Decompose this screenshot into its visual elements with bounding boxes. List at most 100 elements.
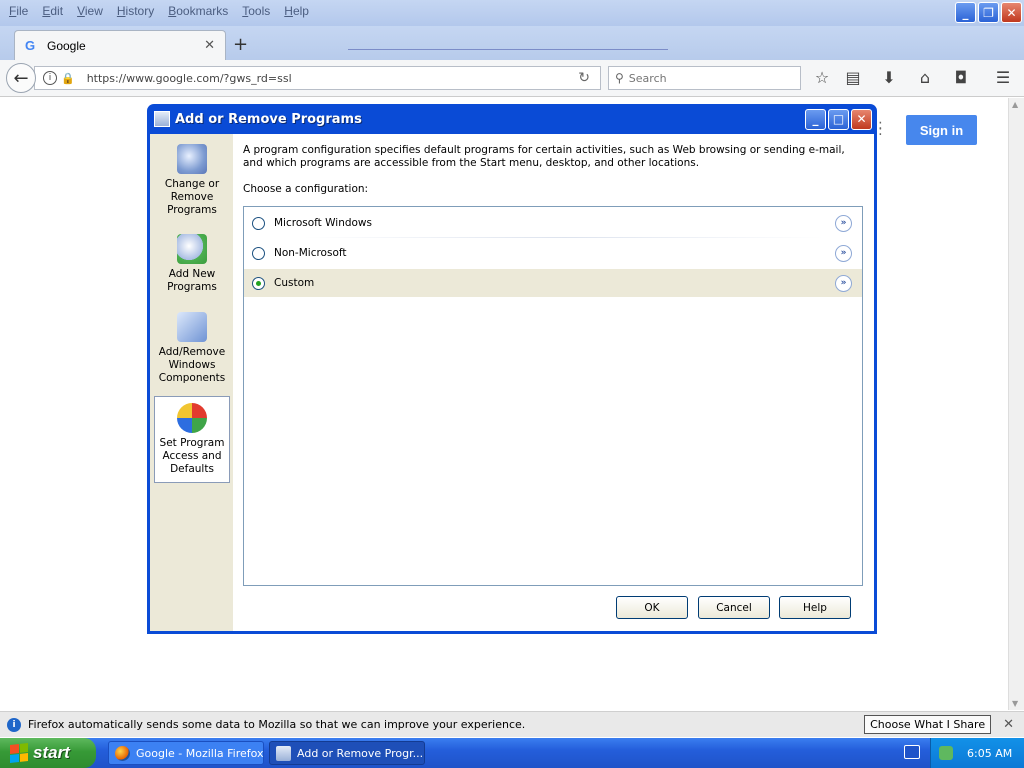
home-icon[interactable]: ⌂ — [915, 68, 935, 88]
cd-plus-icon — [177, 234, 207, 264]
dialog-sidebar: Change or Remove Programs Add New Progra… — [150, 134, 233, 631]
notification-close-icon[interactable]: ✕ — [1003, 717, 1014, 732]
program-defaults-icon — [177, 403, 207, 433]
menu-tools[interactable]: Tools — [235, 2, 277, 20]
ok-button[interactable]: OK — [616, 596, 688, 619]
choose-configuration-label: Choose a configuration: — [243, 183, 369, 195]
taskbar: start Google - Mozilla Firefox Add or Re… — [0, 738, 1024, 768]
start-label: start — [33, 743, 70, 762]
tab-google[interactable]: G Google ✕ — [14, 30, 226, 60]
scroll-down-icon[interactable]: ▼ — [1012, 699, 1018, 708]
tab-strip: G Google ✕ + — [0, 26, 1024, 60]
taskbar-item-label: Google - Mozilla Firefox — [136, 746, 264, 760]
taskbar-item-firefox[interactable]: Google - Mozilla Firefox — [108, 741, 264, 765]
reload-icon[interactable]: ↻ — [578, 70, 590, 86]
menu-help[interactable]: Help — [277, 2, 316, 20]
page-scrollbar[interactable]: ▲ ▼ — [1008, 98, 1024, 710]
window-controls: _ ❐ ✕ — [955, 2, 1022, 23]
minimize-button[interactable]: _ — [955, 2, 976, 23]
info-icon: i — [7, 717, 21, 732]
sidebar-item-label: Change or Remove Programs — [164, 178, 220, 216]
config-label: Custom — [274, 277, 315, 289]
dialog-titlebar[interactable]: Add or Remove Programs _ □ ✕ — [150, 104, 874, 134]
firefox-icon — [115, 745, 130, 761]
help-button[interactable]: Help — [779, 596, 851, 619]
sidebar-item-program-access[interactable]: Set Program Access and Defaults — [154, 396, 230, 483]
menubar: File Edit View History Bookmarks Tools H… — [2, 2, 316, 20]
control-panel-icon — [154, 111, 170, 127]
dialog-minimize-button[interactable]: _ — [805, 108, 826, 130]
dialog-close-button[interactable]: ✕ — [851, 108, 872, 130]
sidebar-item-add-new[interactable]: Add New Programs — [154, 234, 230, 294]
scroll-up-icon[interactable]: ▲ — [1012, 100, 1018, 109]
dialog-body: Change or Remove Programs Add New Progra… — [150, 134, 874, 631]
control-panel-icon — [276, 745, 291, 761]
notification-text: Firefox automatically sends some data to… — [28, 718, 526, 731]
tab-strip-divider — [348, 49, 668, 50]
sidebar-item-label: Add New Programs — [167, 268, 217, 293]
sidebar-item-windows-components[interactable]: Add/Remove Windows Components — [154, 312, 230, 385]
add-remove-programs-dialog: Add or Remove Programs _ □ ✕ Change or R… — [147, 104, 877, 634]
expand-chevron-icon[interactable]: » — [835, 244, 852, 262]
hamburger-menu-icon[interactable]: ☰ — [993, 68, 1013, 88]
choose-what-i-share-button[interactable]: Choose What I Share — [864, 715, 992, 734]
sidebar-item-change-remove[interactable]: Change or Remove Programs — [154, 144, 230, 217]
windows-components-icon — [177, 312, 207, 342]
config-row-microsoft-windows[interactable]: Microsoft Windows » — [244, 209, 862, 237]
radio-button[interactable] — [252, 216, 265, 230]
start-button[interactable]: start — [0, 738, 96, 768]
cancel-button[interactable]: Cancel — [698, 596, 770, 619]
config-label: Non-Microsoft — [274, 247, 347, 259]
config-label: Microsoft Windows — [274, 217, 372, 229]
windows-flag-icon — [10, 743, 28, 763]
pocket-icon[interactable]: ◘ — [951, 68, 971, 88]
sidebar-item-label: Add/Remove Windows Components — [158, 346, 226, 384]
star-icon[interactable]: ☆ — [812, 68, 832, 88]
radio-button-checked[interactable] — [252, 276, 265, 290]
new-tab-button[interactable]: + — [233, 34, 248, 55]
taskbar-item-label: Add or Remove Progr... — [297, 746, 424, 760]
apps-grid-icon[interactable]: :: — [878, 118, 883, 138]
keyboard-icon[interactable] — [904, 745, 920, 759]
taskbar-item-add-remove-programs[interactable]: Add or Remove Progr... — [269, 741, 425, 765]
expand-chevron-icon[interactable]: » — [835, 214, 852, 232]
search-bar[interactable]: ⚲ — [608, 66, 801, 90]
lock-icon: 🔒 — [61, 71, 75, 85]
tab-close-icon[interactable]: ✕ — [204, 38, 215, 53]
tab-label: Google — [47, 38, 86, 53]
search-icon: ⚲ — [615, 71, 624, 85]
radio-button[interactable] — [252, 246, 265, 260]
configuration-list: Microsoft Windows » Non-Microsoft » Cust… — [243, 206, 863, 586]
config-row-non-microsoft[interactable]: Non-Microsoft » — [244, 239, 862, 267]
menu-bookmarks[interactable]: Bookmarks — [161, 2, 235, 20]
dialog-maximize-button[interactable]: □ — [828, 108, 849, 130]
url-bar[interactable]: i 🔒 https://www.google.com/?gws_rd=ssl ↻ — [34, 66, 601, 90]
menu-view[interactable]: View — [70, 2, 110, 20]
sign-in-button[interactable]: Sign in — [906, 115, 977, 145]
restore-button[interactable]: ❐ — [978, 2, 999, 23]
close-button[interactable]: ✕ — [1001, 2, 1022, 23]
menu-file[interactable]: File — [2, 2, 35, 20]
dialog-title: Add or Remove Programs — [175, 111, 362, 127]
data-reporting-notification: i Firefox automatically sends some data … — [0, 711, 1024, 737]
system-tray: 6:05 AM — [930, 738, 1024, 768]
dialog-window-controls: _ □ ✕ — [805, 108, 872, 130]
firefox-titlebar: File Edit View History Bookmarks Tools H… — [0, 0, 1024, 26]
menu-edit[interactable]: Edit — [35, 2, 70, 20]
sidebar-item-label: Set Program Access and Defaults — [159, 437, 225, 475]
cd-box-icon — [177, 144, 207, 174]
reading-list-icon[interactable]: ▤ — [843, 68, 863, 88]
config-row-custom[interactable]: Custom » — [244, 269, 862, 297]
google-g-icon: G — [25, 37, 36, 53]
url-text[interactable]: https://www.google.com/?gws_rd=ssl — [87, 72, 579, 85]
network-icon[interactable] — [939, 746, 953, 760]
configuration-description: A program configuration specifies defaul… — [243, 144, 845, 169]
expand-chevron-icon[interactable]: » — [835, 274, 852, 292]
search-input[interactable] — [628, 71, 779, 85]
clock[interactable]: 6:05 AM — [967, 747, 1012, 760]
download-icon[interactable]: ⬇ — [879, 68, 899, 88]
back-button[interactable]: ← — [6, 63, 36, 93]
navigation-toolbar: i 🔒 https://www.google.com/?gws_rd=ssl ↻… — [0, 60, 1024, 97]
site-info-icon[interactable]: i — [43, 71, 57, 85]
menu-history[interactable]: History — [110, 2, 161, 20]
